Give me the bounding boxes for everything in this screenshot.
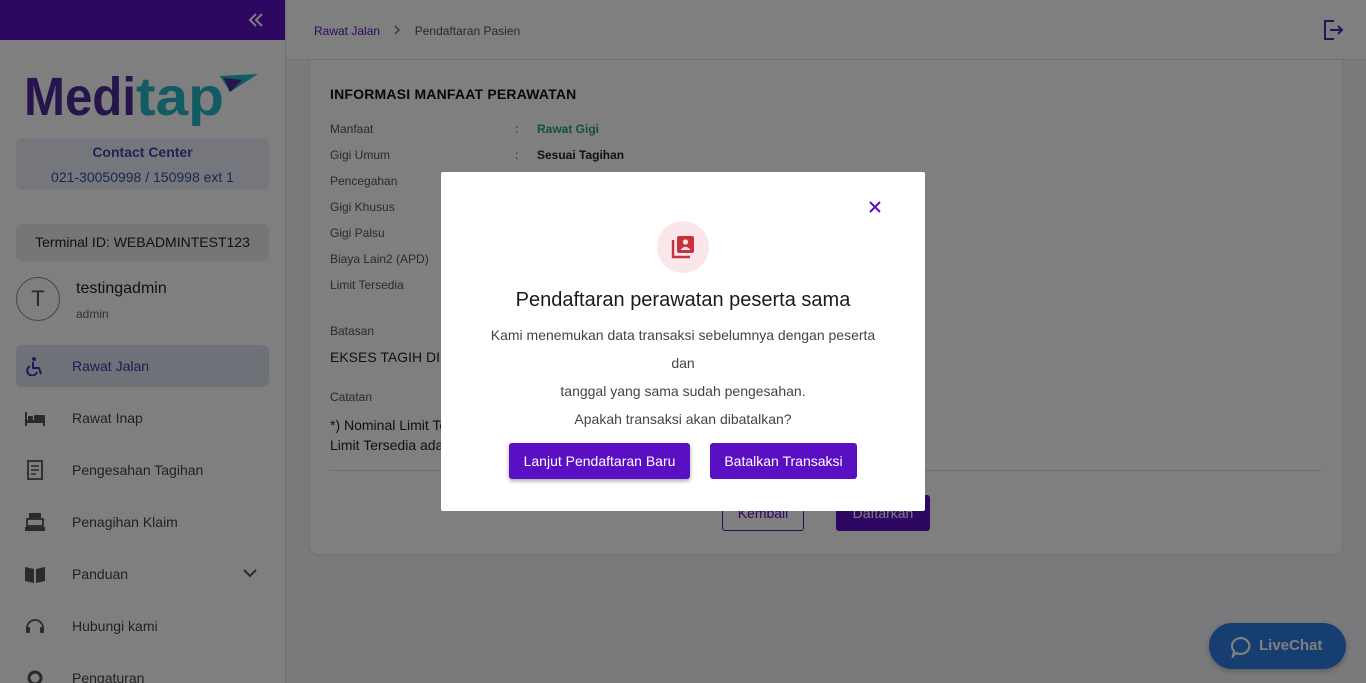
dialog-title: Pendaftaran perawatan peserta sama — [515, 289, 851, 311]
close-icon[interactable] — [867, 199, 883, 215]
duplicate-registration-dialog: Pendaftaran perawatan peserta sama Kami … — [441, 172, 925, 511]
dialog-message-line: Kami menemukan data transaksi sebelumnya… — [490, 327, 876, 371]
cancel-transaction-button[interactable]: Batalkan Transaksi — [710, 443, 857, 479]
continue-new-registration-button[interactable]: Lanjut Pendaftaran Baru — [509, 443, 690, 479]
dialog-message: Kami menemukan data transaksi sebelumnya… — [481, 321, 885, 433]
dialog-icon-badge — [657, 221, 709, 273]
patient-list-icon — [671, 236, 694, 259]
dialog-message-line: tanggal yang sama sudah pengesahan. — [560, 383, 806, 399]
dialog-message-line: Apakah transaksi akan dibatalkan? — [574, 411, 792, 427]
